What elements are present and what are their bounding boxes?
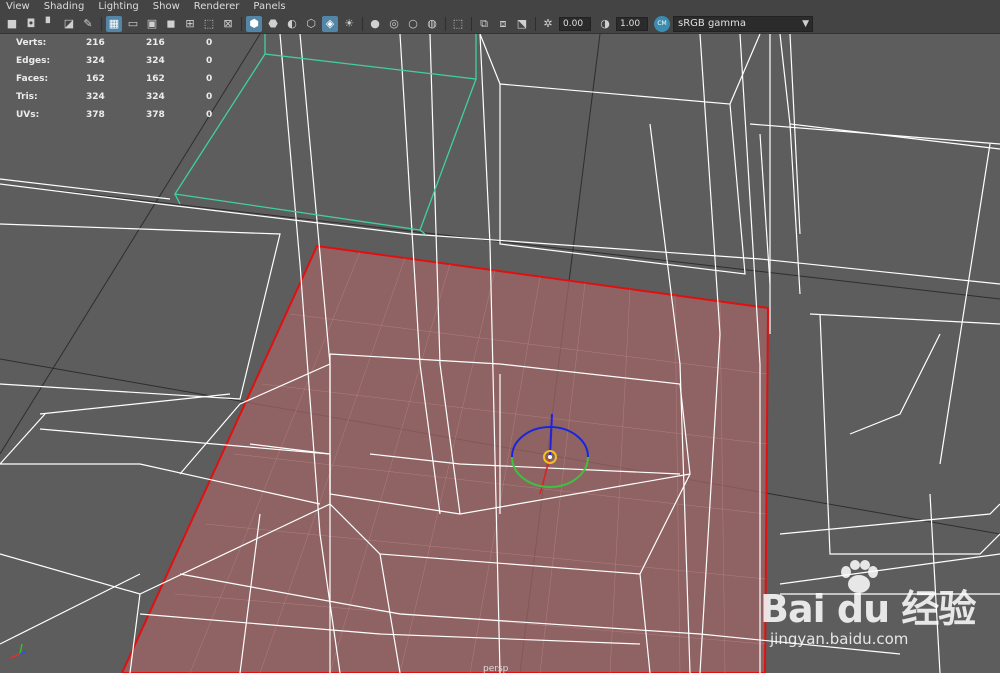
- chevron-down-icon: ▼: [802, 18, 809, 29]
- field-chart-icon[interactable]: ⊞: [182, 16, 198, 32]
- menu-panels[interactable]: Panels: [253, 0, 285, 14]
- resolution-gate-icon[interactable]: ▣: [144, 16, 160, 32]
- camera-icon[interactable]: ■: [4, 16, 20, 32]
- screen-space-ao-icon[interactable]: ●: [367, 16, 383, 32]
- pivot-dot: [548, 455, 552, 459]
- grease-pencil-icon[interactable]: ✎: [80, 16, 96, 32]
- safe-title-icon[interactable]: ⊠: [220, 16, 236, 32]
- bookmark-icon[interactable]: ▘: [42, 16, 58, 32]
- watermark-logo: Bai du 经验: [760, 587, 976, 631]
- use-lights-icon[interactable]: ◈: [322, 15, 338, 32]
- shadows-icon[interactable]: ☀: [341, 16, 357, 32]
- hud-row-uvs: UVs: 378 378 0: [16, 110, 213, 120]
- menu-shading[interactable]: Shading: [44, 0, 85, 14]
- menu-renderer[interactable]: Renderer: [194, 0, 240, 14]
- hud-row-tris: Tris: 324 324 0: [16, 92, 213, 102]
- motion-blur-icon[interactable]: ◎: [386, 16, 402, 32]
- poly-count-hud: Verts: 216 216 0 Edges: 324 324 0 Faces:…: [16, 34, 226, 124]
- backface-culling-icon[interactable]: ⬔: [514, 16, 530, 32]
- image-plane-icon[interactable]: ◪: [61, 16, 77, 32]
- toolbar-divider: [445, 16, 446, 31]
- exposure-field[interactable]: 0.00: [559, 16, 591, 31]
- safe-action-icon[interactable]: ⬚: [201, 16, 217, 32]
- gamma-field[interactable]: 1.00: [616, 16, 648, 31]
- color-space-value: sRGB gamma: [678, 17, 747, 29]
- xray-icon[interactable]: ⧉: [476, 16, 492, 32]
- menu-lighting[interactable]: Lighting: [98, 0, 138, 14]
- baidu-watermark: Bai du 经验 jingyan.baidu.com: [760, 560, 990, 660]
- hud-row-verts: Verts: 216 216 0: [16, 38, 213, 48]
- wireframe-icon[interactable]: ⬢: [246, 15, 262, 32]
- selected-plane[interactable]: [120, 244, 770, 673]
- default-material-icon[interactable]: ◐: [284, 16, 300, 32]
- xray-joints-icon[interactable]: ⧈: [495, 16, 511, 32]
- color-management-icon[interactable]: CM: [654, 15, 670, 32]
- camera-attributes-icon[interactable]: ◘: [23, 16, 39, 32]
- axis-gizmo: [9, 643, 27, 659]
- hud-row-edges: Edges: 324 324 0: [16, 56, 213, 66]
- toolbar-divider: [471, 16, 472, 31]
- film-gate-icon[interactable]: ▭: [125, 16, 141, 32]
- exposure-icon[interactable]: ✲: [540, 16, 556, 32]
- menu-show[interactable]: Show: [153, 0, 180, 14]
- toolbar-divider: [241, 16, 242, 31]
- color-space-dropdown[interactable]: sRGB gamma ▼: [673, 15, 813, 32]
- gate-mask-icon[interactable]: ◼: [163, 16, 179, 32]
- textured-icon[interactable]: ⬡: [303, 16, 319, 32]
- smooth-shade-icon[interactable]: ⬣: [265, 16, 281, 32]
- gamma-icon[interactable]: ◑: [597, 16, 613, 32]
- watermark-url: jingyan.baidu.com: [770, 630, 909, 648]
- menu-bar: View Shading Lighting Show Renderer Pane…: [0, 0, 1000, 14]
- hud-row-faces: Faces: 162 162 0: [16, 74, 213, 84]
- anti-alias-icon[interactable]: ○: [405, 16, 421, 32]
- toolbar-divider: [101, 16, 102, 31]
- toolbar-divider: [535, 16, 536, 31]
- depth-of-field-icon[interactable]: ◍: [424, 16, 440, 32]
- panel-toolbar: ■ ◘ ▘ ◪ ✎ ▦ ▭ ▣ ◼ ⊞ ⬚ ⊠ ⬢ ⬣ ◐ ⬡ ◈ ☀ ● ◎ …: [0, 14, 1000, 34]
- camera-name-label: persp: [483, 664, 509, 673]
- toolbar-divider: [362, 16, 363, 31]
- isolate-select-icon[interactable]: ⬚: [450, 16, 466, 32]
- grid-icon[interactable]: ▦: [106, 15, 122, 32]
- menu-view[interactable]: View: [6, 0, 30, 14]
